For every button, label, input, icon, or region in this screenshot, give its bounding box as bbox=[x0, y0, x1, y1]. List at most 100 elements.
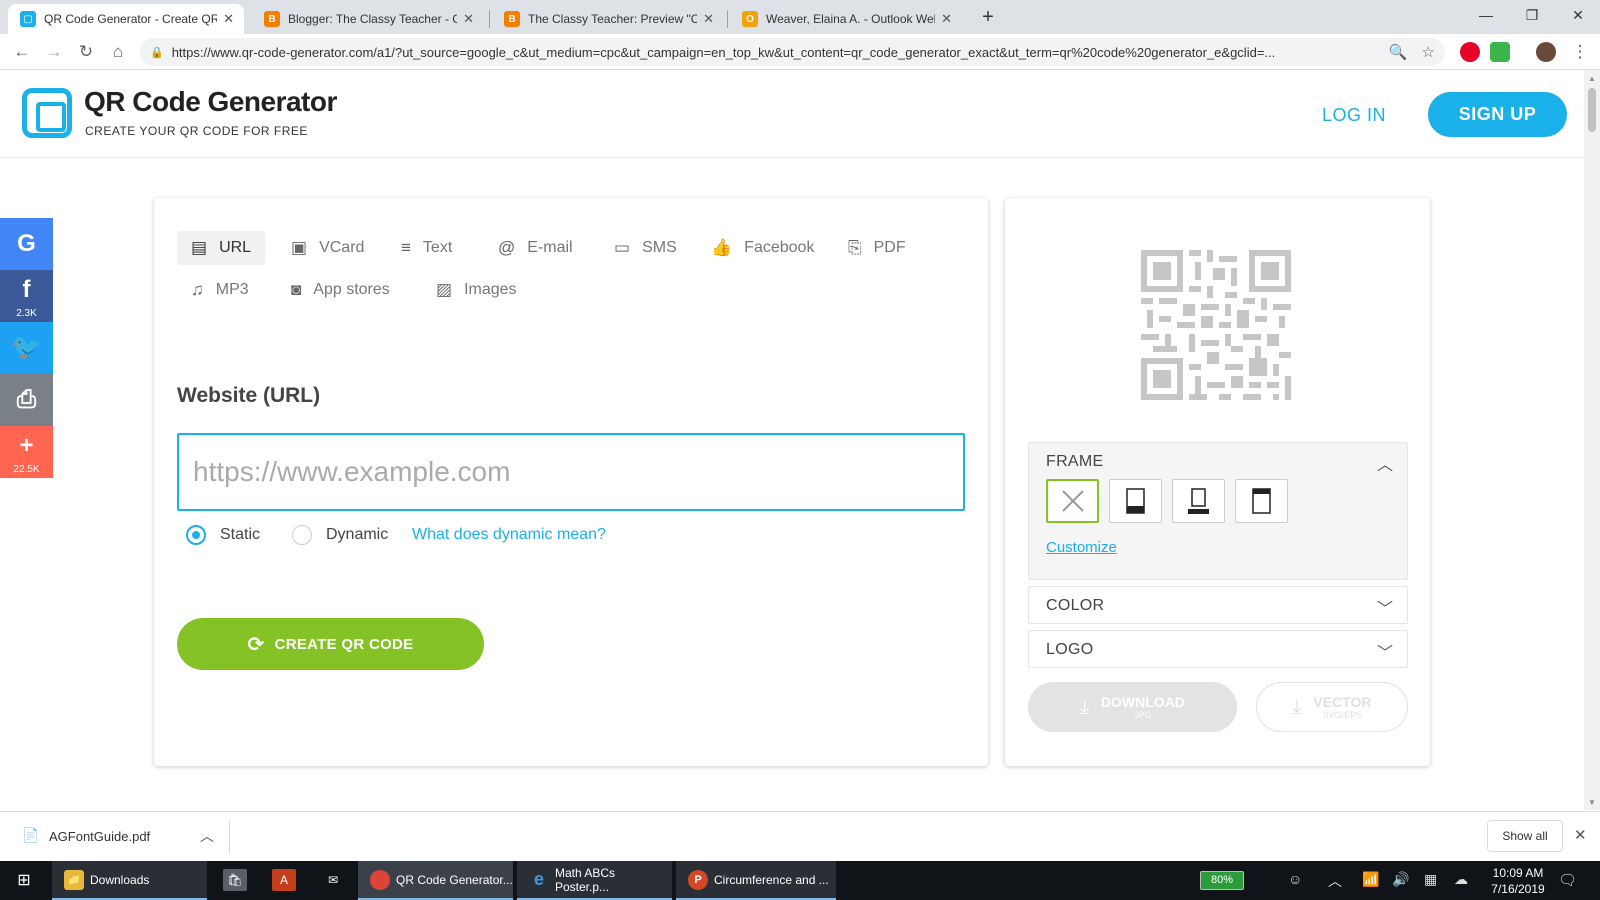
taskbar-item-edge[interactable]: e Math ABCs Poster.p... bbox=[517, 861, 672, 900]
new-tab-button[interactable]: + bbox=[976, 6, 1000, 30]
type-tab-images[interactable]: ▨ Images bbox=[422, 273, 531, 307]
chevron-up-icon[interactable]: ︿ bbox=[1377, 451, 1393, 475]
create-qr-code-button[interactable]: ⟳ CREATE QR CODE bbox=[177, 618, 484, 670]
chevron-up-icon[interactable]: ︿ bbox=[1328, 871, 1342, 891]
facebook-icon: f bbox=[22, 276, 31, 303]
email-icon: @ bbox=[498, 238, 516, 257]
taskbar-item-powerpoint[interactable]: P Circumference and ... bbox=[676, 861, 836, 900]
static-radio[interactable]: Static bbox=[186, 525, 260, 545]
type-tab-sms[interactable]: ▭ SMS bbox=[600, 231, 691, 265]
url-form-heading: Website (URL) bbox=[177, 384, 321, 407]
frame-option-top[interactable] bbox=[1235, 479, 1288, 523]
notification-icon[interactable]: 🗨 bbox=[1558, 871, 1577, 889]
wifi-icon[interactable]: 📶 bbox=[1362, 871, 1379, 888]
windows-start-icon[interactable]: ⊞ bbox=[0, 861, 48, 900]
url-input[interactable] bbox=[177, 433, 965, 511]
vector-label: VECTOR bbox=[1313, 694, 1372, 710]
minimize-button[interactable]: — bbox=[1463, 0, 1509, 30]
close-icon[interactable]: ✕ bbox=[463, 11, 474, 27]
print-share-button[interactable]: ⎙ bbox=[0, 374, 53, 426]
facebook-share-button[interactable]: f 2.3K bbox=[0, 270, 53, 322]
download-vector-button[interactable]: ⤓ VECTOR SVG/EPS bbox=[1256, 682, 1408, 732]
type-tab-pdf[interactable]: ⎘ PDF bbox=[834, 231, 920, 265]
chevron-up-icon[interactable]: ︿ bbox=[200, 826, 214, 846]
taskbar-item-chrome[interactable]: QR Code Generator... bbox=[358, 861, 513, 900]
close-window-button[interactable]: ✕ bbox=[1555, 0, 1600, 30]
taskbar-label: Downloads bbox=[90, 872, 150, 887]
login-link[interactable]: LOG IN bbox=[1322, 105, 1386, 126]
url-text[interactable]: https://www.qr-code-generator.com/a1/?ut… bbox=[172, 45, 1375, 60]
tab-blogger[interactable]: B Blogger: The Classy Teacher - Create p… bbox=[252, 4, 484, 34]
twitter-share-button[interactable]: 🐦 bbox=[0, 322, 53, 374]
back-icon[interactable]: ← bbox=[8, 38, 36, 66]
taskbar-item-downloads[interactable]: 📁 Downloads bbox=[52, 861, 207, 900]
close-icon[interactable]: ✕ bbox=[1574, 826, 1587, 844]
onedrive-icon[interactable]: ☁ bbox=[1454, 871, 1468, 888]
frame-accordion: FRAME ︿ Customize bbox=[1028, 442, 1408, 580]
qr-logo-icon[interactable] bbox=[22, 88, 72, 138]
zoom-icon[interactable]: 🔍 bbox=[1389, 43, 1408, 61]
google-icon: G bbox=[17, 230, 36, 257]
bookmark-star-icon[interactable]: ☆ bbox=[1422, 43, 1435, 61]
profile-avatar[interactable] bbox=[1536, 42, 1556, 62]
download-filename[interactable]: AGFontGuide.pdf bbox=[49, 829, 150, 844]
type-tab-url[interactable]: ▤ URL bbox=[177, 231, 266, 265]
menu-icon[interactable]: ⋮ bbox=[1566, 38, 1594, 66]
scrollbar-thumb[interactable] bbox=[1588, 88, 1596, 132]
refresh-icon: ⟳ bbox=[247, 633, 265, 656]
chevron-down-icon[interactable]: ﹀ bbox=[1377, 595, 1393, 619]
volume-icon[interactable]: 🔊 bbox=[1392, 871, 1409, 888]
brand-title[interactable]: QR Code Generator bbox=[84, 86, 337, 118]
frame-option-none[interactable] bbox=[1046, 479, 1099, 523]
customize-link[interactable]: Customize bbox=[1046, 539, 1117, 556]
network-icon[interactable]: ▦ bbox=[1424, 871, 1437, 888]
frame-option-bottom[interactable] bbox=[1109, 479, 1162, 523]
type-tab-app-stores[interactable]: ◙ App stores bbox=[277, 273, 404, 307]
signup-button[interactable]: SIGN UP bbox=[1428, 92, 1567, 137]
battery-indicator[interactable]: 80% bbox=[1200, 871, 1244, 890]
type-tab-mp3[interactable]: ♫ MP3 bbox=[177, 273, 263, 307]
download-jpg-button[interactable]: ⤓ DOWNLOAD JPG bbox=[1028, 682, 1237, 732]
dynamic-radio[interactable]: Dynamic bbox=[292, 525, 388, 545]
pinterest-extension-icon[interactable] bbox=[1460, 42, 1480, 62]
show-all-button[interactable]: Show all bbox=[1487, 820, 1563, 852]
tab-blogger-preview[interactable]: B The Classy Teacher: Preview "Create" ✕ bbox=[492, 4, 724, 34]
address-bar[interactable]: 🔒 https://www.qr-code-generator.com/a1/?… bbox=[140, 38, 1445, 66]
color-accordion[interactable]: COLOR ﹀ bbox=[1028, 586, 1408, 624]
type-tab-text[interactable]: ≡ Text bbox=[387, 231, 466, 265]
acrobat-icon[interactable]: A bbox=[272, 869, 296, 891]
logo-accordion[interactable]: LOGO ﹀ bbox=[1028, 630, 1408, 668]
scroll-up-icon[interactable]: ▲ bbox=[1588, 74, 1596, 83]
dynamic-info-link[interactable]: What does dynamic mean? bbox=[412, 526, 606, 544]
type-tab-vcard[interactable]: ▣ VCard bbox=[277, 231, 378, 265]
google-share-button[interactable]: G bbox=[0, 218, 53, 270]
restore-button[interactable]: ❐ bbox=[1509, 0, 1555, 30]
close-icon[interactable]: ✕ bbox=[223, 11, 234, 27]
radio-checked-icon[interactable] bbox=[186, 525, 206, 545]
close-icon[interactable]: ✕ bbox=[941, 11, 952, 27]
people-icon[interactable]: ☺ bbox=[1288, 871, 1302, 887]
type-tab-facebook[interactable]: 👍 Facebook bbox=[697, 231, 828, 265]
store-icon[interactable]: 🛍 bbox=[223, 869, 247, 891]
home-icon[interactable]: ⌂ bbox=[104, 38, 132, 66]
reload-icon[interactable]: ↻ bbox=[72, 38, 100, 66]
frame-title[interactable]: FRAME bbox=[1046, 453, 1104, 471]
page-scrollbar[interactable]: ▲ ▼ bbox=[1584, 70, 1600, 810]
frame-bottom-icon bbox=[1126, 488, 1145, 514]
clock-date[interactable]: 7/16/2019 bbox=[1484, 882, 1552, 896]
scroll-down-icon[interactable]: ▼ bbox=[1588, 798, 1596, 807]
tab-separator bbox=[489, 10, 490, 28]
more-share-button[interactable]: + 22.5K bbox=[0, 426, 53, 478]
shelf-divider bbox=[229, 820, 230, 854]
mail-icon[interactable]: ✉ bbox=[321, 869, 345, 891]
tab-outlook[interactable]: O Weaver, Elaina A. - Outlook Web App ✕ bbox=[730, 4, 962, 34]
radio-unchecked-icon[interactable] bbox=[292, 525, 312, 545]
close-icon[interactable]: ✕ bbox=[703, 11, 714, 27]
chevron-down-icon[interactable]: ﹀ bbox=[1377, 639, 1393, 663]
tab-qr-code-generator[interactable]: ▢ QR Code Generator - Create QR Codes ✕ bbox=[8, 4, 244, 34]
forward-icon[interactable]: → bbox=[40, 38, 68, 66]
frame-option-bottom-tab[interactable] bbox=[1172, 479, 1225, 523]
extension-icon[interactable] bbox=[1490, 42, 1510, 62]
clock-time[interactable]: 10:09 AM bbox=[1488, 866, 1548, 880]
type-tab-email[interactable]: @ E-mail bbox=[484, 231, 587, 265]
